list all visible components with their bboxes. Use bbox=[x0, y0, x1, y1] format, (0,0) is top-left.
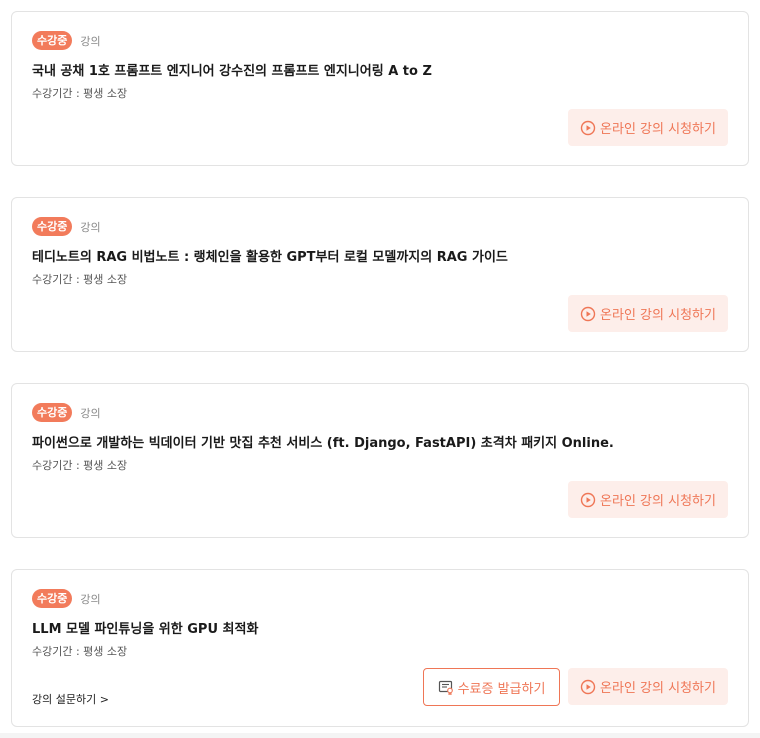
course-survey-link[interactable]: 강의 설문하기 > bbox=[32, 691, 109, 707]
course-type: 강의 bbox=[80, 220, 101, 234]
watch-online-button[interactable]: 온라인 강의 시청하기 bbox=[568, 109, 728, 146]
course-list: 수강중 강의 국내 공채 1호 프롬프트 엔지니어 강수진의 프롬프트 엔지니어… bbox=[0, 0, 760, 738]
course-title: 국내 공채 1호 프롬프트 엔지니어 강수진의 프롬프트 엔지니어링 A to … bbox=[32, 64, 432, 79]
course-type: 강의 bbox=[80, 406, 101, 420]
status-badge: 수강중 bbox=[32, 217, 73, 236]
play-circle-icon bbox=[580, 492, 596, 508]
course-meta: 수강중 강의 bbox=[32, 589, 101, 608]
play-circle-icon bbox=[580, 120, 596, 136]
course-type: 강의 bbox=[80, 592, 101, 606]
page-bottom-divider bbox=[0, 733, 760, 738]
issue-certificate-label: 수료증 발급하기 bbox=[457, 681, 546, 697]
course-meta: 수강중 강의 bbox=[32, 217, 101, 236]
course-period: 수강기간 : 평생 소장 bbox=[32, 273, 128, 286]
watch-online-label: 온라인 강의 시청하기 bbox=[600, 494, 716, 509]
status-badge: 수강중 bbox=[32, 403, 73, 422]
course-title: LLM 모델 파인튜닝을 위한 GPU 최적화 bbox=[32, 622, 259, 637]
certificate-icon bbox=[438, 679, 454, 695]
watch-online-label: 온라인 강의 시청하기 bbox=[600, 681, 716, 696]
course-title: 파이썬으로 개발하는 빅데이터 기반 맛집 추천 서비스 (ft. Django… bbox=[32, 436, 614, 451]
course-period: 수강기간 : 평생 소장 bbox=[32, 459, 128, 472]
status-badge: 수강중 bbox=[32, 589, 73, 608]
status-badge: 수강중 bbox=[32, 31, 73, 50]
issue-certificate-button[interactable]: 수료증 발급하기 bbox=[423, 668, 560, 706]
watch-online-button[interactable]: 온라인 강의 시청하기 bbox=[568, 481, 728, 518]
play-circle-icon bbox=[580, 679, 596, 695]
course-card: 수강중 강의 테디노트의 RAG 비법노트 : 랭체인을 활용한 GPT부터 로… bbox=[11, 197, 749, 352]
watch-online-label: 온라인 강의 시청하기 bbox=[600, 308, 716, 323]
course-meta: 수강중 강의 bbox=[32, 31, 101, 50]
watch-online-label: 온라인 강의 시청하기 bbox=[600, 122, 716, 137]
watch-online-button[interactable]: 온라인 강의 시청하기 bbox=[568, 295, 728, 332]
course-title: 테디노트의 RAG 비법노트 : 랭체인을 활용한 GPT부터 로컬 모델까지의… bbox=[32, 250, 508, 265]
course-meta: 수강중 강의 bbox=[32, 403, 101, 422]
course-card: 수강중 강의 국내 공채 1호 프롬프트 엔지니어 강수진의 프롬프트 엔지니어… bbox=[11, 11, 749, 166]
course-type: 강의 bbox=[80, 34, 101, 48]
course-card: 수강중 강의 LLM 모델 파인튜닝을 위한 GPU 최적화 수강기간 : 평생… bbox=[11, 569, 749, 727]
play-circle-icon bbox=[580, 306, 596, 322]
course-card: 수강중 강의 파이썬으로 개발하는 빅데이터 기반 맛집 추천 서비스 (ft.… bbox=[11, 383, 749, 538]
course-period: 수강기간 : 평생 소장 bbox=[32, 645, 128, 658]
course-period: 수강기간 : 평생 소장 bbox=[32, 87, 128, 100]
watch-online-button[interactable]: 온라인 강의 시청하기 bbox=[568, 668, 728, 705]
